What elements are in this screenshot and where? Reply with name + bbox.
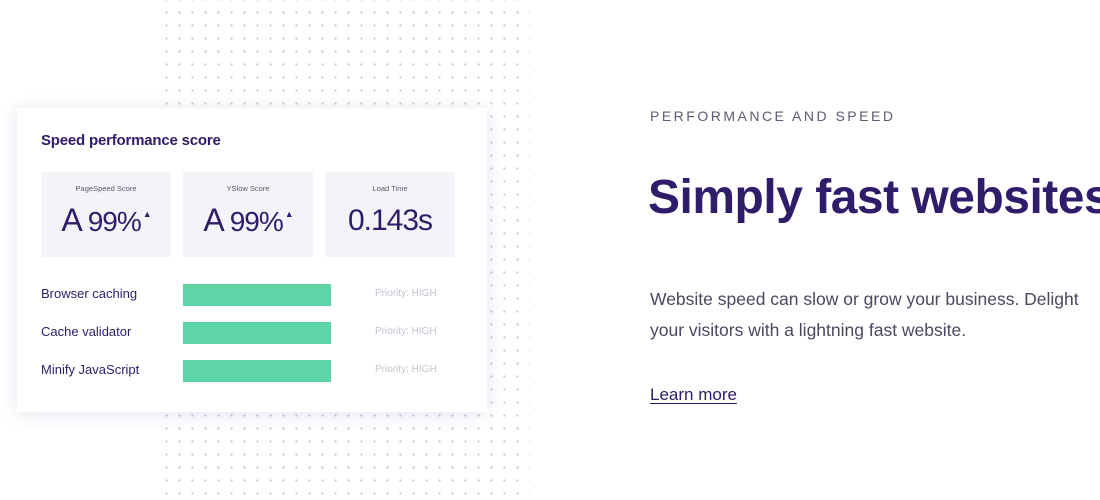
list-item: Browser caching Priority: HIGH [41, 282, 471, 308]
metric-value: 0.143s [325, 202, 455, 238]
section-eyebrow: PERFORMANCE AND SPEED [650, 108, 896, 124]
progress-bar [183, 284, 331, 306]
learn-more-link[interactable]: Learn more [650, 385, 737, 405]
triangle-up-icon: ▲ [142, 209, 152, 219]
progress-bar-fill [183, 360, 331, 382]
metric-grade: A [203, 202, 224, 238]
progress-bar [183, 360, 331, 382]
metric-value: A 99% ▲ [183, 202, 313, 239]
metric-label: PageSpeed Score [75, 184, 137, 193]
audit-label: Cache validator [41, 324, 132, 339]
page-title: Simply fast websites [648, 171, 1100, 224]
list-item: Cache validator Priority: HIGH [41, 320, 471, 346]
metric-value: A 99% ▲ [41, 202, 171, 239]
list-item: Minify JavaScript Priority: HIGH [41, 358, 471, 384]
speed-score-card: Speed performance score PageSpeed Score … [17, 108, 487, 412]
metric-label: Load Time [372, 184, 408, 193]
audit-list: Browser caching Priority: HIGH Cache val… [41, 282, 471, 396]
priority-label: Priority: HIGH [375, 326, 437, 337]
progress-bar [183, 322, 331, 344]
section-description: Website speed can slow or grow your busi… [650, 289, 1079, 340]
metric-percent: 99% [229, 206, 284, 237]
priority-label: Priority: HIGH [375, 288, 437, 299]
audit-label: Minify JavaScript [41, 362, 140, 377]
pagespeed-score-tile: PageSpeed Score A 99% ▲ [41, 172, 171, 257]
metric-grade: A [61, 202, 82, 238]
metrics-row: PageSpeed Score A 99% ▲ YSlow Score A 99% ▲ … [41, 172, 455, 257]
metric-label: YSlow Score [226, 184, 270, 193]
progress-bar-fill [183, 284, 331, 306]
priority-label: Priority: HIGH [375, 364, 437, 375]
yslow-score-tile: YSlow Score A 99% ▲ [183, 172, 313, 257]
triangle-up-icon: ▲ [284, 209, 294, 219]
metric-percent: 99% [87, 206, 142, 237]
progress-bar-fill [183, 322, 331, 344]
load-time-value: 0.143s [347, 204, 433, 237]
load-time-tile: Load Time 0.143s [325, 172, 455, 257]
card-title: Speed performance score [41, 132, 221, 149]
audit-label: Browser caching [41, 286, 138, 301]
